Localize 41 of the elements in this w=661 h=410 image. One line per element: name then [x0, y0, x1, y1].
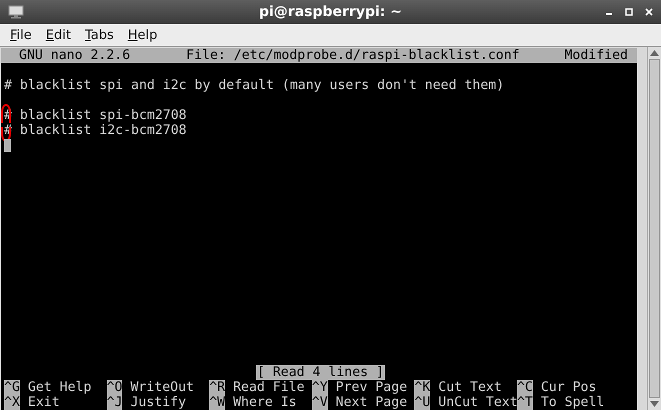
shortcut-key: ^X [4, 395, 20, 410]
shortcut-label: Prev Page [336, 380, 408, 395]
shortcut-key: ^T [516, 395, 533, 410]
file-path: File: /etc/modprobe.d/raspi-blacklist.conf [186, 48, 520, 63]
shortcut-label: Cur Pos [540, 380, 596, 395]
shortcut-label: Cut Text [438, 380, 502, 395]
window-title: pi@raspberrypi: ~ [258, 4, 402, 20]
menu-item[interactable]: Edit [46, 28, 71, 42]
shortcut-key: ^O [106, 380, 122, 395]
close-icon[interactable] [645, 8, 653, 16]
shortcut-key: ^J [106, 395, 122, 410]
shortcut-key: ^G [4, 380, 20, 395]
shortcut-key: ^U [414, 395, 430, 410]
shortcut-label: Read File [233, 380, 305, 395]
scrollbar-thumb[interactable] [649, 59, 660, 398]
scroll-down-icon[interactable] [650, 401, 659, 407]
terminal-icon[interactable] [8, 5, 24, 19]
menu-item[interactable]: File [10, 28, 32, 42]
shortcut-label: WriteOut [130, 380, 194, 395]
shortcut-label: Next Page [336, 395, 408, 410]
shortcut-label: UnCut Text [438, 395, 518, 410]
menu-item[interactable]: Tabs [84, 28, 114, 42]
modified-status: Modified [564, 48, 629, 63]
status-message: [ Read 4 lines ] [256, 365, 386, 380]
shortcut-label: Justify [130, 395, 186, 410]
shortcut-key: ^W [209, 395, 226, 410]
shortcut-label: Where Is [233, 395, 297, 410]
maximize-icon[interactable] [625, 8, 633, 16]
shortcut-key: ^C [516, 380, 533, 395]
scrollbar[interactable] [647, 47, 661, 410]
shortcut-key: ^Y [312, 380, 328, 395]
editor-version: GNU nano 2.2.6 [19, 48, 130, 63]
shortcut-key: ^V [312, 395, 328, 410]
menu-item[interactable]: Help [128, 28, 158, 42]
shortcut-label: To Spell [540, 395, 604, 410]
shortcut-key: ^R [209, 380, 226, 395]
shortcut-label: Get Help [28, 380, 92, 395]
shortcut-key: ^K [414, 380, 430, 395]
code-line: # blacklist spi and i2c by default (many users don't need them) [4, 78, 504, 93]
scroll-up-icon[interactable] [650, 50, 659, 56]
shortcut-label: Exit [28, 395, 60, 410]
